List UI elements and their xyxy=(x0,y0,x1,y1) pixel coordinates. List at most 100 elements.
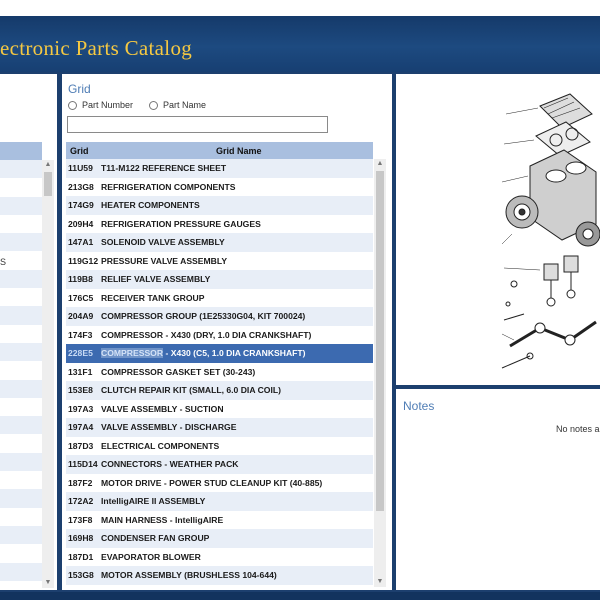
table-row[interactable]: 204A9 COMPRESSOR GROUP (1E25330G04, KIT 7… xyxy=(66,307,373,326)
table-row[interactable]: 147A1 SOLENOID VALVE ASSEMBLY xyxy=(66,233,373,252)
scroll-down-icon[interactable]: ▼ xyxy=(42,578,54,588)
search-input[interactable] xyxy=(67,116,328,133)
column-header-grid[interactable]: Grid xyxy=(70,146,89,156)
left-list-item[interactable] xyxy=(0,471,42,489)
notes-title: Notes xyxy=(403,399,435,413)
table-row[interactable]: 173F8 MAIN HARNESS - IntelligAIRE xyxy=(66,511,373,530)
grid-name-cell: VALVE ASSEMBLY - DISCHARGE xyxy=(101,422,237,433)
table-row[interactable]: 176C5 RECEIVER TANK GROUP xyxy=(66,289,373,308)
grid-name-cell: IntelligAIRE II ASSEMBLY xyxy=(101,496,206,507)
left-list-item[interactable] xyxy=(0,288,42,306)
grid-id-cell: 131F1 xyxy=(68,366,93,377)
table-row[interactable]: 115D14 CONNECTORS - WEATHER PACK xyxy=(66,455,373,474)
part-number-radio-icon[interactable] xyxy=(68,100,77,110)
grid-name-cell: MAIN HARNESS - IntelligAIRE xyxy=(101,514,224,525)
left-list-item[interactable] xyxy=(0,525,42,545)
left-panel: S ▲ ▼ xyxy=(0,74,57,590)
grid-scrollbar-thumb[interactable] xyxy=(376,171,384,511)
table-row[interactable]: 213G8 REFRIGERATION COMPONENTS xyxy=(66,178,373,197)
left-list-item[interactable] xyxy=(0,361,42,379)
table-row[interactable]: 153E8 CLUTCH REPAIR KIT (SMALL, 6.0 DIA C… xyxy=(66,381,373,400)
table-row[interactable]: 209H4 REFRIGERATION PRESSURE GAUGES xyxy=(66,215,373,234)
grid-section-title: Grid xyxy=(68,82,91,96)
left-list-item[interactable] xyxy=(0,489,42,508)
table-row[interactable]: 119G12 PRESSURE VALVE ASSEMBLY xyxy=(66,252,373,271)
table-row[interactable]: 172A2 IntelligAIRE II ASSEMBLY xyxy=(66,492,373,511)
grid-name-cell: PRESSURE VALVE ASSEMBLY xyxy=(101,255,228,266)
grid-id-cell: 153E8 xyxy=(68,385,93,396)
table-row[interactable]: 187F2 MOTOR DRIVE - POWER STUD CLEANUP KI… xyxy=(66,474,373,493)
grid-name-cell: CONNECTORS - WEATHER PACK xyxy=(101,459,239,470)
table-row[interactable]: 174G9 HEATER COMPONENTS xyxy=(66,196,373,215)
table-row[interactable]: 197A3 VALVE ASSEMBLY - SUCTION xyxy=(66,400,373,419)
scroll-up-icon[interactable]: ▲ xyxy=(374,159,386,169)
table-row[interactable]: 119B8 RELIEF VALVE ASSEMBLY xyxy=(66,270,373,289)
app-title: ectronic Parts Catalog xyxy=(0,36,193,60)
left-list-item[interactable] xyxy=(0,398,42,416)
scroll-down-icon[interactable]: ▼ xyxy=(374,577,386,587)
left-list-item[interactable] xyxy=(0,562,42,581)
scroll-up-icon[interactable]: ▲ xyxy=(42,160,54,170)
left-scrollbar-thumb[interactable] xyxy=(44,172,52,196)
left-list-item[interactable] xyxy=(0,452,42,472)
table-row[interactable]: 174F3 COMPRESSOR - X430 (DRY, 1.0 DIA CRA… xyxy=(66,326,373,345)
part-name-radio-icon[interactable] xyxy=(149,100,159,110)
window-titlebar xyxy=(0,0,600,16)
status-bar xyxy=(0,592,600,600)
left-list-item[interactable] xyxy=(0,342,42,362)
image-panel xyxy=(396,74,600,385)
left-list-item[interactable] xyxy=(0,379,42,398)
table-row[interactable]: 11U59 T11-M122 REFERENCE SHEET xyxy=(66,159,373,178)
left-list-item[interactable] xyxy=(0,325,42,343)
exploded-parts-diagram[interactable] xyxy=(500,84,600,376)
grid-id-cell: 176C5 xyxy=(68,292,94,303)
left-list-item[interactable] xyxy=(0,215,42,233)
grid-id-cell: 172A2 xyxy=(68,496,94,507)
left-list-item[interactable] xyxy=(0,233,42,252)
grid-name-cell: REFRIGERATION COMPONENTS xyxy=(101,181,236,192)
left-list-item[interactable] xyxy=(0,544,42,562)
grid-id-cell: 174F3 xyxy=(68,329,93,340)
table-row[interactable]: 169H8 CONDENSER FAN GROUP xyxy=(66,529,373,548)
left-list-item[interactable] xyxy=(0,306,42,325)
part-name-radio-label[interactable]: Part Name xyxy=(163,100,206,110)
left-list-item[interactable] xyxy=(0,416,42,435)
table-row[interactable]: 187D1 EVAPORATOR BLOWER xyxy=(66,548,373,567)
grid-scrollbar[interactable]: ▲ ▼ xyxy=(374,159,386,587)
left-list-item[interactable] xyxy=(0,160,42,179)
grid-id-cell: 187D1 xyxy=(68,551,94,562)
left-list-item[interactable] xyxy=(0,196,42,215)
left-list-item[interactable] xyxy=(0,434,42,452)
grid-name-cell: COMPRESSOR GASKET SET (30-243) xyxy=(101,366,256,377)
grid-name-cell: ELECTRICAL COMPONENTS xyxy=(101,440,220,451)
grid-id-cell: 209H4 xyxy=(68,218,94,229)
grid-name-cell: MOTOR DRIVE - POWER STUD CLEANUP KIT (40… xyxy=(101,477,323,488)
grid-name-cell: COMPRESSOR - X430 (C5, 1.0 DIA CRANKSHAF… xyxy=(101,348,373,359)
grid-table-body: 11U59 T11-M122 REFERENCE SHEET 213G8 REFRIG… xyxy=(66,159,373,585)
grid-id-cell: 187F2 xyxy=(68,477,93,488)
table-row-selected[interactable]: 228E5 COMPRESSOR - X430 (C5, 1.0 DIA CRAN… xyxy=(66,344,373,363)
table-row[interactable]: 131F1 COMPRESSOR GASKET SET (30-243) xyxy=(66,363,373,382)
left-list-item[interactable] xyxy=(0,269,42,289)
grid-name-cell: CLUTCH REPAIR KIT (SMALL, 6.0 DIA COIL) xyxy=(101,385,281,396)
left-list-item[interactable] xyxy=(0,508,42,526)
left-scrollbar[interactable]: ▲ ▼ xyxy=(42,160,54,588)
grid-name-rest: - X430 (C5, 1.0 DIA CRANKSHAFT) xyxy=(163,348,306,359)
left-list-item[interactable] xyxy=(0,178,42,196)
grid-id-cell: 11U59 xyxy=(68,163,93,174)
table-row[interactable]: 153G8 MOTOR ASSEMBLY (BRUSHLESS 104-644) xyxy=(66,566,373,585)
search-highlight: COMPRESSOR xyxy=(101,348,164,359)
grid-id-cell: 173F8 xyxy=(68,514,93,525)
grid-name-cell: CONDENSER FAN GROUP xyxy=(101,533,210,544)
column-header-grid-name[interactable]: Grid Name xyxy=(216,146,262,156)
table-row[interactable]: 197A4 VALVE ASSEMBLY - DISCHARGE xyxy=(66,418,373,437)
notes-empty-message: No notes a xyxy=(556,424,600,434)
app-header: ectronic Parts Catalog xyxy=(0,16,600,72)
part-number-radio-label[interactable]: Part Number xyxy=(82,100,133,110)
left-list-item[interactable] xyxy=(0,251,42,269)
table-row[interactable]: 187D3 ELECTRICAL COMPONENTS xyxy=(66,437,373,456)
grid-id-cell: 228E5 xyxy=(68,348,93,359)
grid-name-cell: COMPRESSOR GROUP (1E25330G04, KIT 700024… xyxy=(101,311,306,322)
grid-id-cell: 119B8 xyxy=(68,274,93,285)
grid-id-cell: 197A3 xyxy=(68,403,94,414)
